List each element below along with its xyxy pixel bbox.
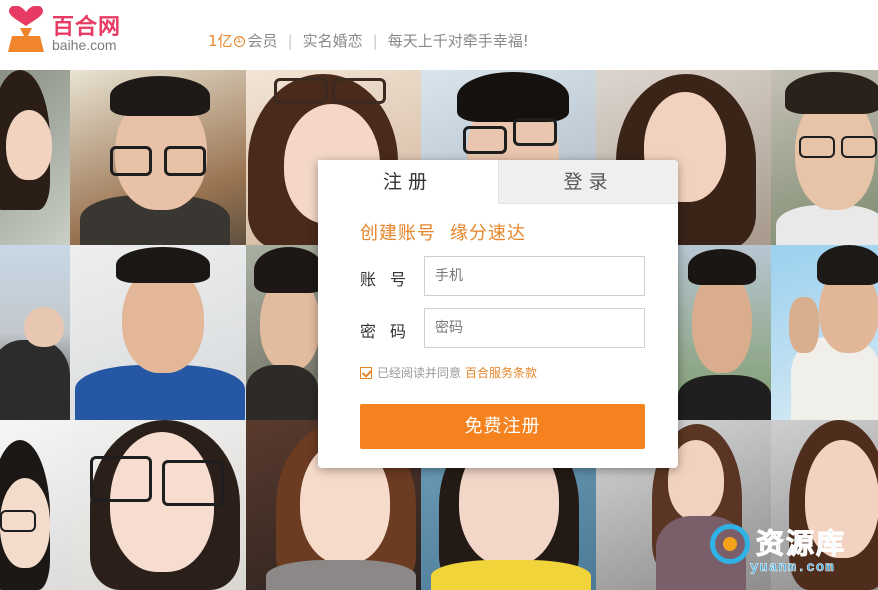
watermark-title: 资源库 <box>755 527 847 561</box>
slogan-separator: | <box>372 32 378 50</box>
footnote-mark: ① <box>233 36 245 47</box>
member-photo[interactable] <box>246 245 318 420</box>
daily-label: 每天上千对牵手幸福! <box>387 32 529 50</box>
account-label: 账号 <box>360 270 421 289</box>
agree-checkbox[interactable] <box>360 367 372 379</box>
password-input[interactable] <box>424 308 645 348</box>
member-photo[interactable] <box>0 245 70 420</box>
agree-text: 已经阅读并同意 <box>377 366 462 380</box>
register-panel: 注册 登录 创建账号缘分速达 账号 密码 已经阅读并同意百合服务条款 免费注册 <box>318 160 678 468</box>
password-label: 密码 <box>360 322 421 341</box>
member-photo[interactable] <box>771 70 878 245</box>
member-photo[interactable] <box>70 245 246 420</box>
terms-agreement: 已经阅读并同意 百合服务条款 <box>360 364 537 381</box>
site-header: 百合网 baihe.com 1亿 ① 会员 | 实名婚恋 | 每天上千对牵手幸福! <box>0 0 878 70</box>
member-photo[interactable] <box>0 70 70 245</box>
headline-fate: 缘分速达 <box>450 223 526 244</box>
watermark: 资源库 yuanm.com <box>710 520 875 584</box>
member-photo[interactable] <box>70 70 246 245</box>
header-slogan: 1亿 ① 会员 | 实名婚恋 | 每天上千对牵手幸福! <box>208 30 529 51</box>
tab-register[interactable]: 注册 <box>318 160 498 204</box>
member-label: 会员 <box>247 32 278 50</box>
watermark-url: yuanm.com <box>750 560 835 577</box>
member-count: 1亿 <box>208 32 233 50</box>
auth-tabs: 注册 登录 <box>318 160 678 204</box>
realname-label: 实名婚恋 <box>302 32 363 50</box>
account-input[interactable] <box>424 256 645 296</box>
heart-person-logo-icon <box>8 6 44 52</box>
free-register-button[interactable]: 免费注册 <box>360 404 645 449</box>
member-photo[interactable] <box>678 245 771 420</box>
site-logo[interactable]: 百合网 baihe.com <box>6 6 146 58</box>
member-photo[interactable] <box>70 420 246 590</box>
slogan-separator: | <box>287 32 293 50</box>
tab-login[interactable]: 登录 <box>498 160 678 204</box>
terms-link[interactable]: 百合服务条款 <box>465 366 537 380</box>
member-photo[interactable] <box>0 420 70 590</box>
watermark-dot <box>723 537 737 551</box>
logo-text-en: baihe.com <box>52 37 117 53</box>
register-headline: 创建账号 缘分速达 <box>360 219 526 245</box>
member-photo[interactable] <box>771 245 878 420</box>
headline-create-account: 创建账号 <box>360 223 436 244</box>
